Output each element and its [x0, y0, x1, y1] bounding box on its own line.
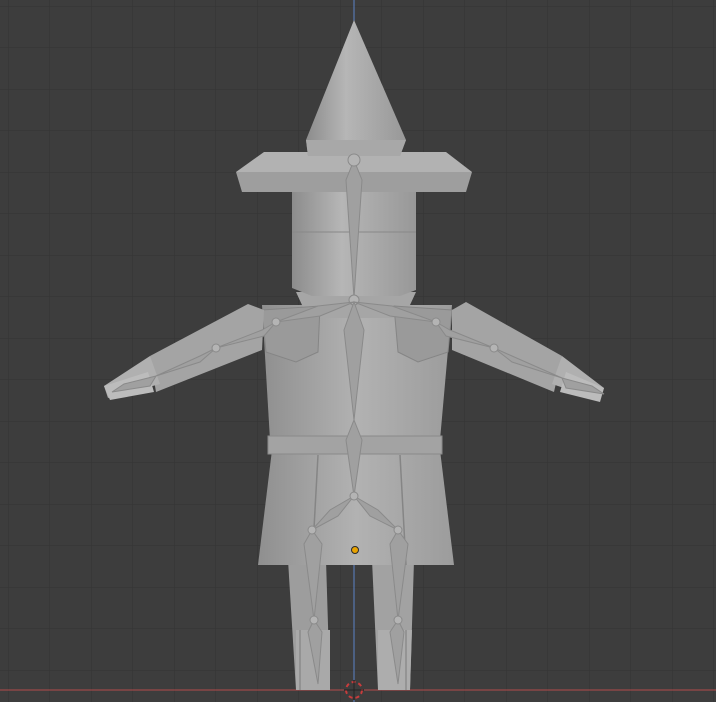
object-origin-point[interactable]	[351, 546, 359, 554]
head-joint	[347, 153, 361, 167]
right-leg	[372, 560, 414, 690]
3d-viewport[interactable]	[0, 0, 716, 702]
